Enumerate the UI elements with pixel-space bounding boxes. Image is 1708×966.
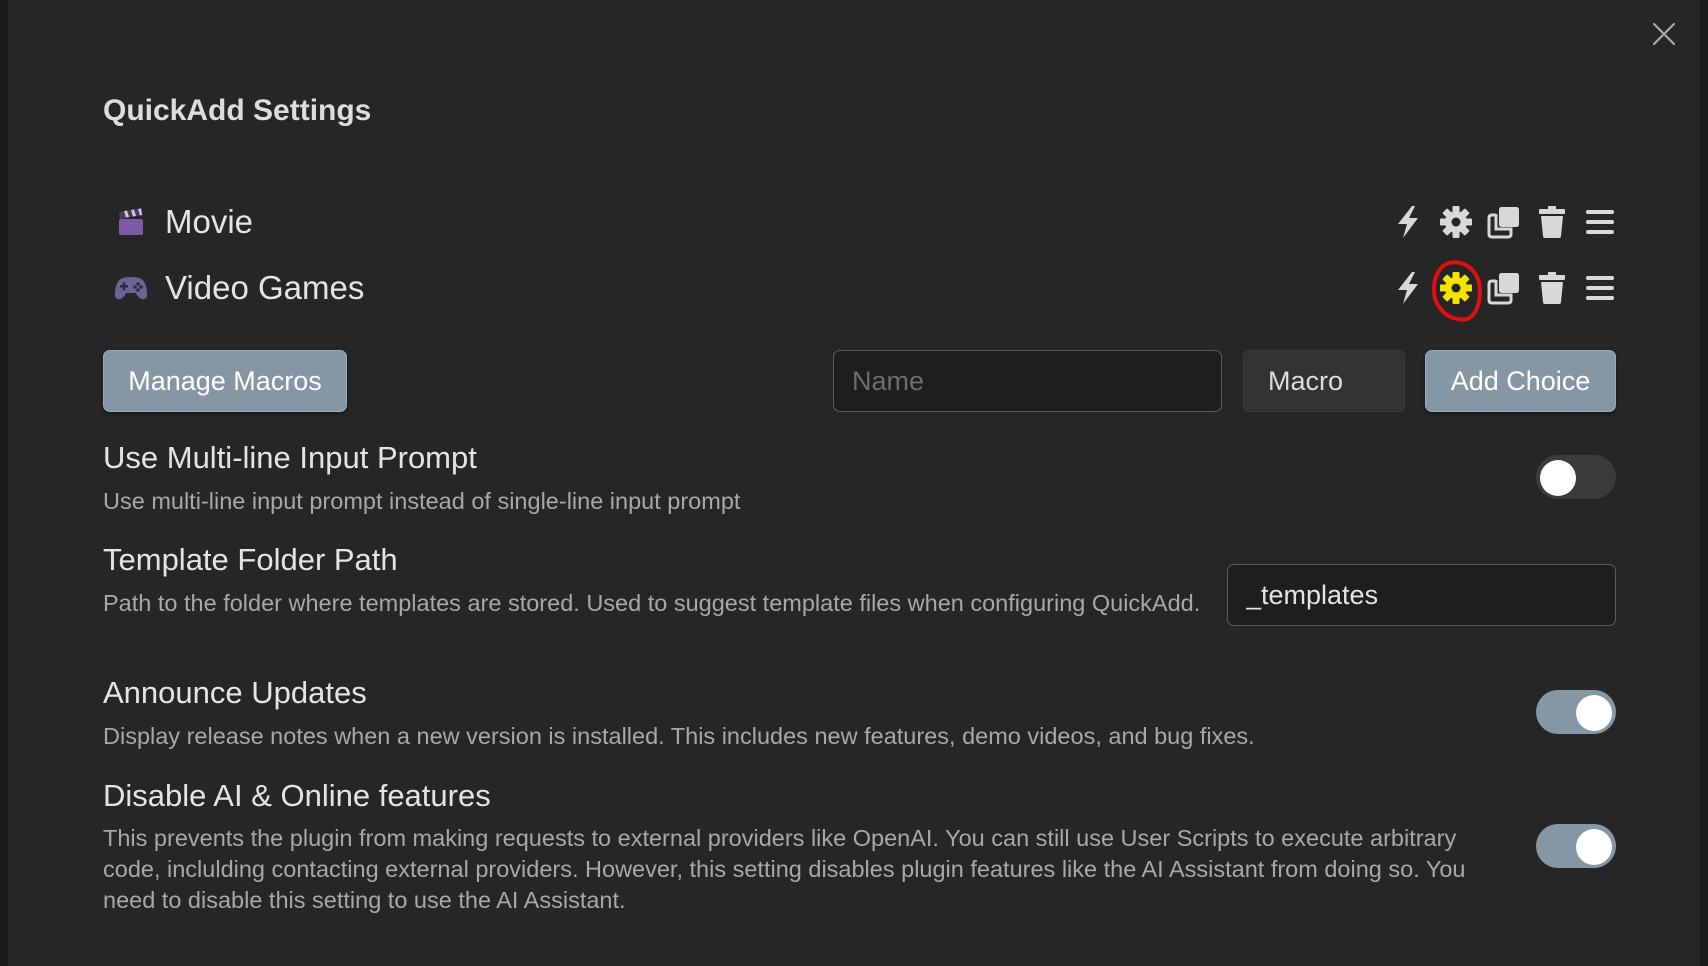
template-folder-input[interactable] (1227, 564, 1616, 626)
setting-description: This prevents the plugin from making req… (103, 825, 1466, 913)
toggle-knob (1576, 829, 1612, 865)
trash-icon[interactable] (1534, 202, 1570, 242)
trash-icon[interactable] (1534, 268, 1570, 308)
toggle-knob (1576, 695, 1612, 731)
choice-item[interactable]: Video Games (113, 257, 1618, 325)
multiline-toggle[interactable] (1536, 455, 1616, 499)
manage-macros-button[interactable]: Manage Macros (103, 350, 347, 412)
setting-name: Announce Updates (103, 675, 367, 710)
drag-handle-icon[interactable] (1582, 202, 1618, 242)
page-title: QuickAdd Settings (103, 94, 372, 127)
background-strip-left (0, 0, 8, 966)
choice-name-input[interactable] (833, 350, 1222, 412)
duplicate-icon[interactable] (1486, 268, 1522, 308)
clapper-board-icon (113, 204, 149, 240)
add-choice-button[interactable]: Add Choice (1425, 350, 1616, 412)
lightning-icon[interactable] (1390, 202, 1426, 242)
lightning-icon[interactable] (1390, 268, 1426, 308)
announce-updates-toggle[interactable] (1536, 690, 1616, 734)
choice-item[interactable]: Movie (113, 195, 1618, 249)
drag-handle-icon[interactable] (1582, 268, 1618, 308)
settings-modal: QuickAdd Settings Movie Video Games Mana… (8, 0, 1700, 966)
choice-actions (1390, 257, 1618, 325)
setting-name: Use Multi-line Input Prompt (103, 440, 477, 475)
disable-ai-toggle[interactable] (1536, 824, 1616, 868)
choice-actions (1390, 195, 1618, 249)
setting-description: Display release notes when a new version… (103, 723, 1255, 749)
setting-description: Use multi-line input prompt instead of s… (103, 488, 741, 514)
duplicate-icon[interactable] (1486, 202, 1522, 242)
close-icon[interactable] (1650, 20, 1678, 48)
choice-name: Movie (165, 203, 254, 240)
background-strip-right (1700, 0, 1708, 966)
annotation-circle (1428, 257, 1486, 325)
toggle-knob (1540, 460, 1576, 496)
setting-description: Path to the folder where templates are s… (103, 590, 1201, 616)
setting-name: Template Folder Path (103, 542, 398, 577)
setting-name: Disable AI & Online features (103, 778, 491, 813)
gear-icon[interactable] (1438, 202, 1474, 242)
gear-icon-highlighted[interactable] (1428, 257, 1486, 325)
game-controller-icon (113, 270, 149, 306)
choice-type-select[interactable]: Macro (1243, 350, 1405, 412)
choice-name: Video Games (165, 269, 365, 306)
